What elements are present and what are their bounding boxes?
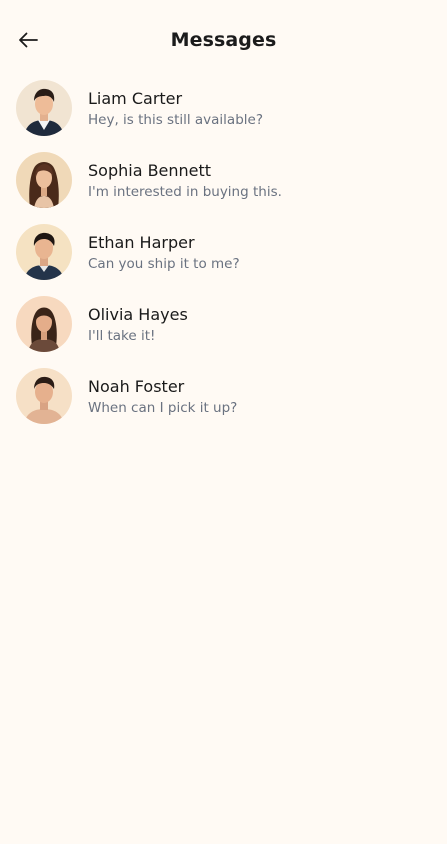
conversation-item-olivia-hayes[interactable]: Olivia Hayes I'll take it! [0, 288, 447, 360]
conversation-item-noah-foster[interactable]: Noah Foster When can I pick it up? [0, 360, 447, 432]
contact-name: Sophia Bennett [88, 161, 212, 180]
conversation-item-liam-carter[interactable]: Liam Carter Hey, is this still available… [0, 72, 447, 144]
contact-name: Liam Carter [88, 89, 183, 108]
avatar [16, 368, 72, 424]
message-preview: I'll take it! [88, 328, 156, 344]
conversation-item-sophia-bennett[interactable]: Sophia Bennett I'm interested in buying … [0, 144, 447, 216]
contact-name: Noah Foster [88, 377, 185, 396]
avatar [16, 80, 72, 136]
avatar [16, 296, 72, 352]
page-title: Messages [170, 29, 277, 51]
message-preview: When can I pick it up? [88, 400, 238, 416]
message-preview: I'm interested in buying this. [88, 184, 282, 200]
avatar [16, 224, 72, 280]
message-preview: Can you ship it to me? [88, 256, 240, 272]
contact-name: Olivia Hayes [88, 305, 188, 324]
avatar [16, 152, 72, 208]
contact-name: Ethan Harper [88, 233, 195, 252]
message-preview: Hey, is this still available? [88, 112, 263, 128]
header-bar: Messages [0, 0, 447, 80]
conversation-list: Liam Carter Hey, is this still available… [0, 72, 447, 432]
conversation-item-ethan-harper[interactable]: Ethan Harper Can you ship it to me? [0, 216, 447, 288]
